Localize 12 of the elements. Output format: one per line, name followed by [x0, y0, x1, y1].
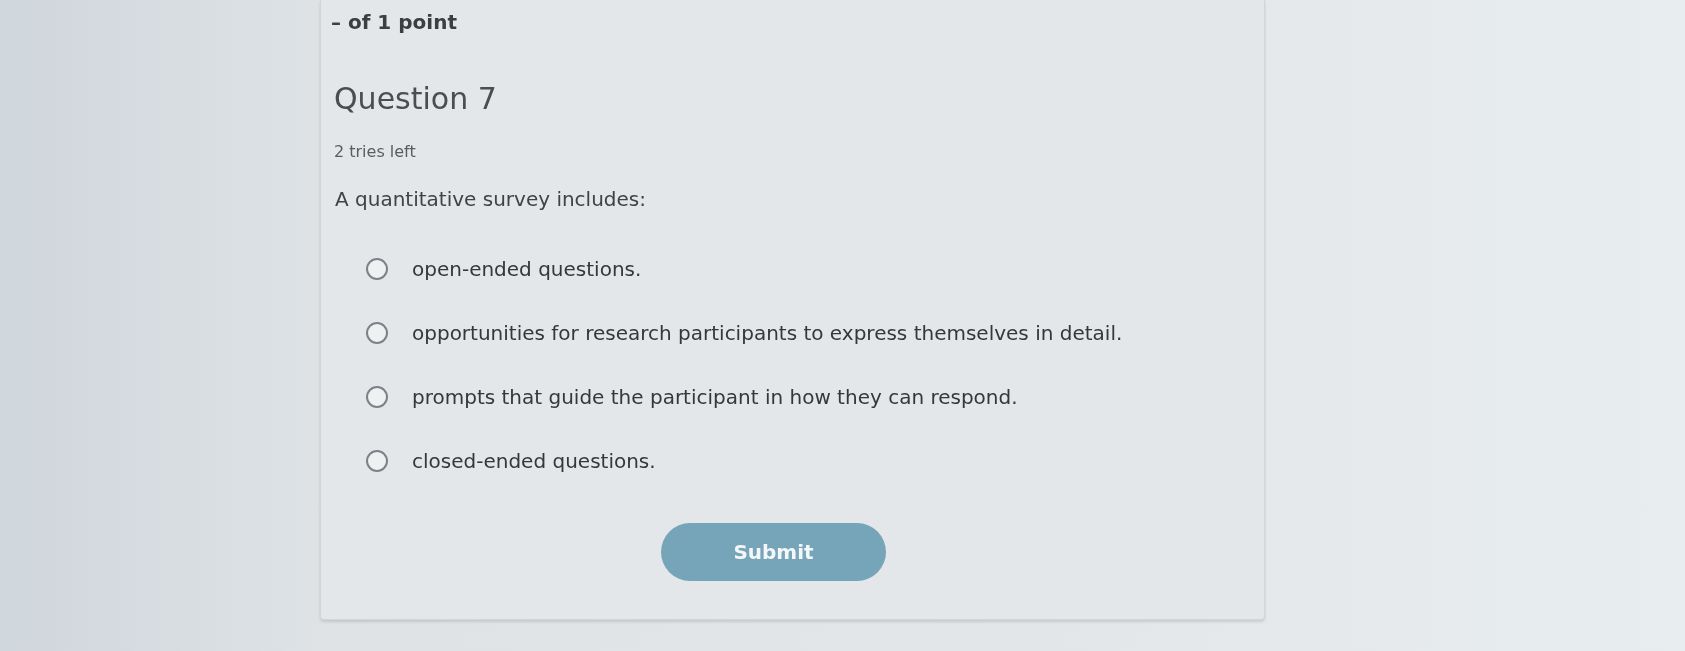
option-label[interactable]: closed-ended questions. [412, 447, 656, 475]
radio-button[interactable] [366, 386, 388, 408]
question-title: Question 7 [334, 80, 497, 118]
question-prompt: A quantitative survey includes: [335, 187, 646, 211]
score-label: – of 1 point [331, 10, 457, 34]
tries-left-text: 2 tries left [334, 142, 416, 161]
radio-button[interactable] [366, 450, 388, 472]
option-label[interactable]: opportunities for research participants to express themselves in detail. [412, 319, 1123, 347]
option-label[interactable]: prompts that guide the participant in how they can respond. [412, 383, 1018, 411]
radio-button[interactable] [366, 258, 388, 280]
option-label[interactable]: open-ended questions. [412, 255, 642, 283]
radio-button[interactable] [366, 322, 388, 344]
